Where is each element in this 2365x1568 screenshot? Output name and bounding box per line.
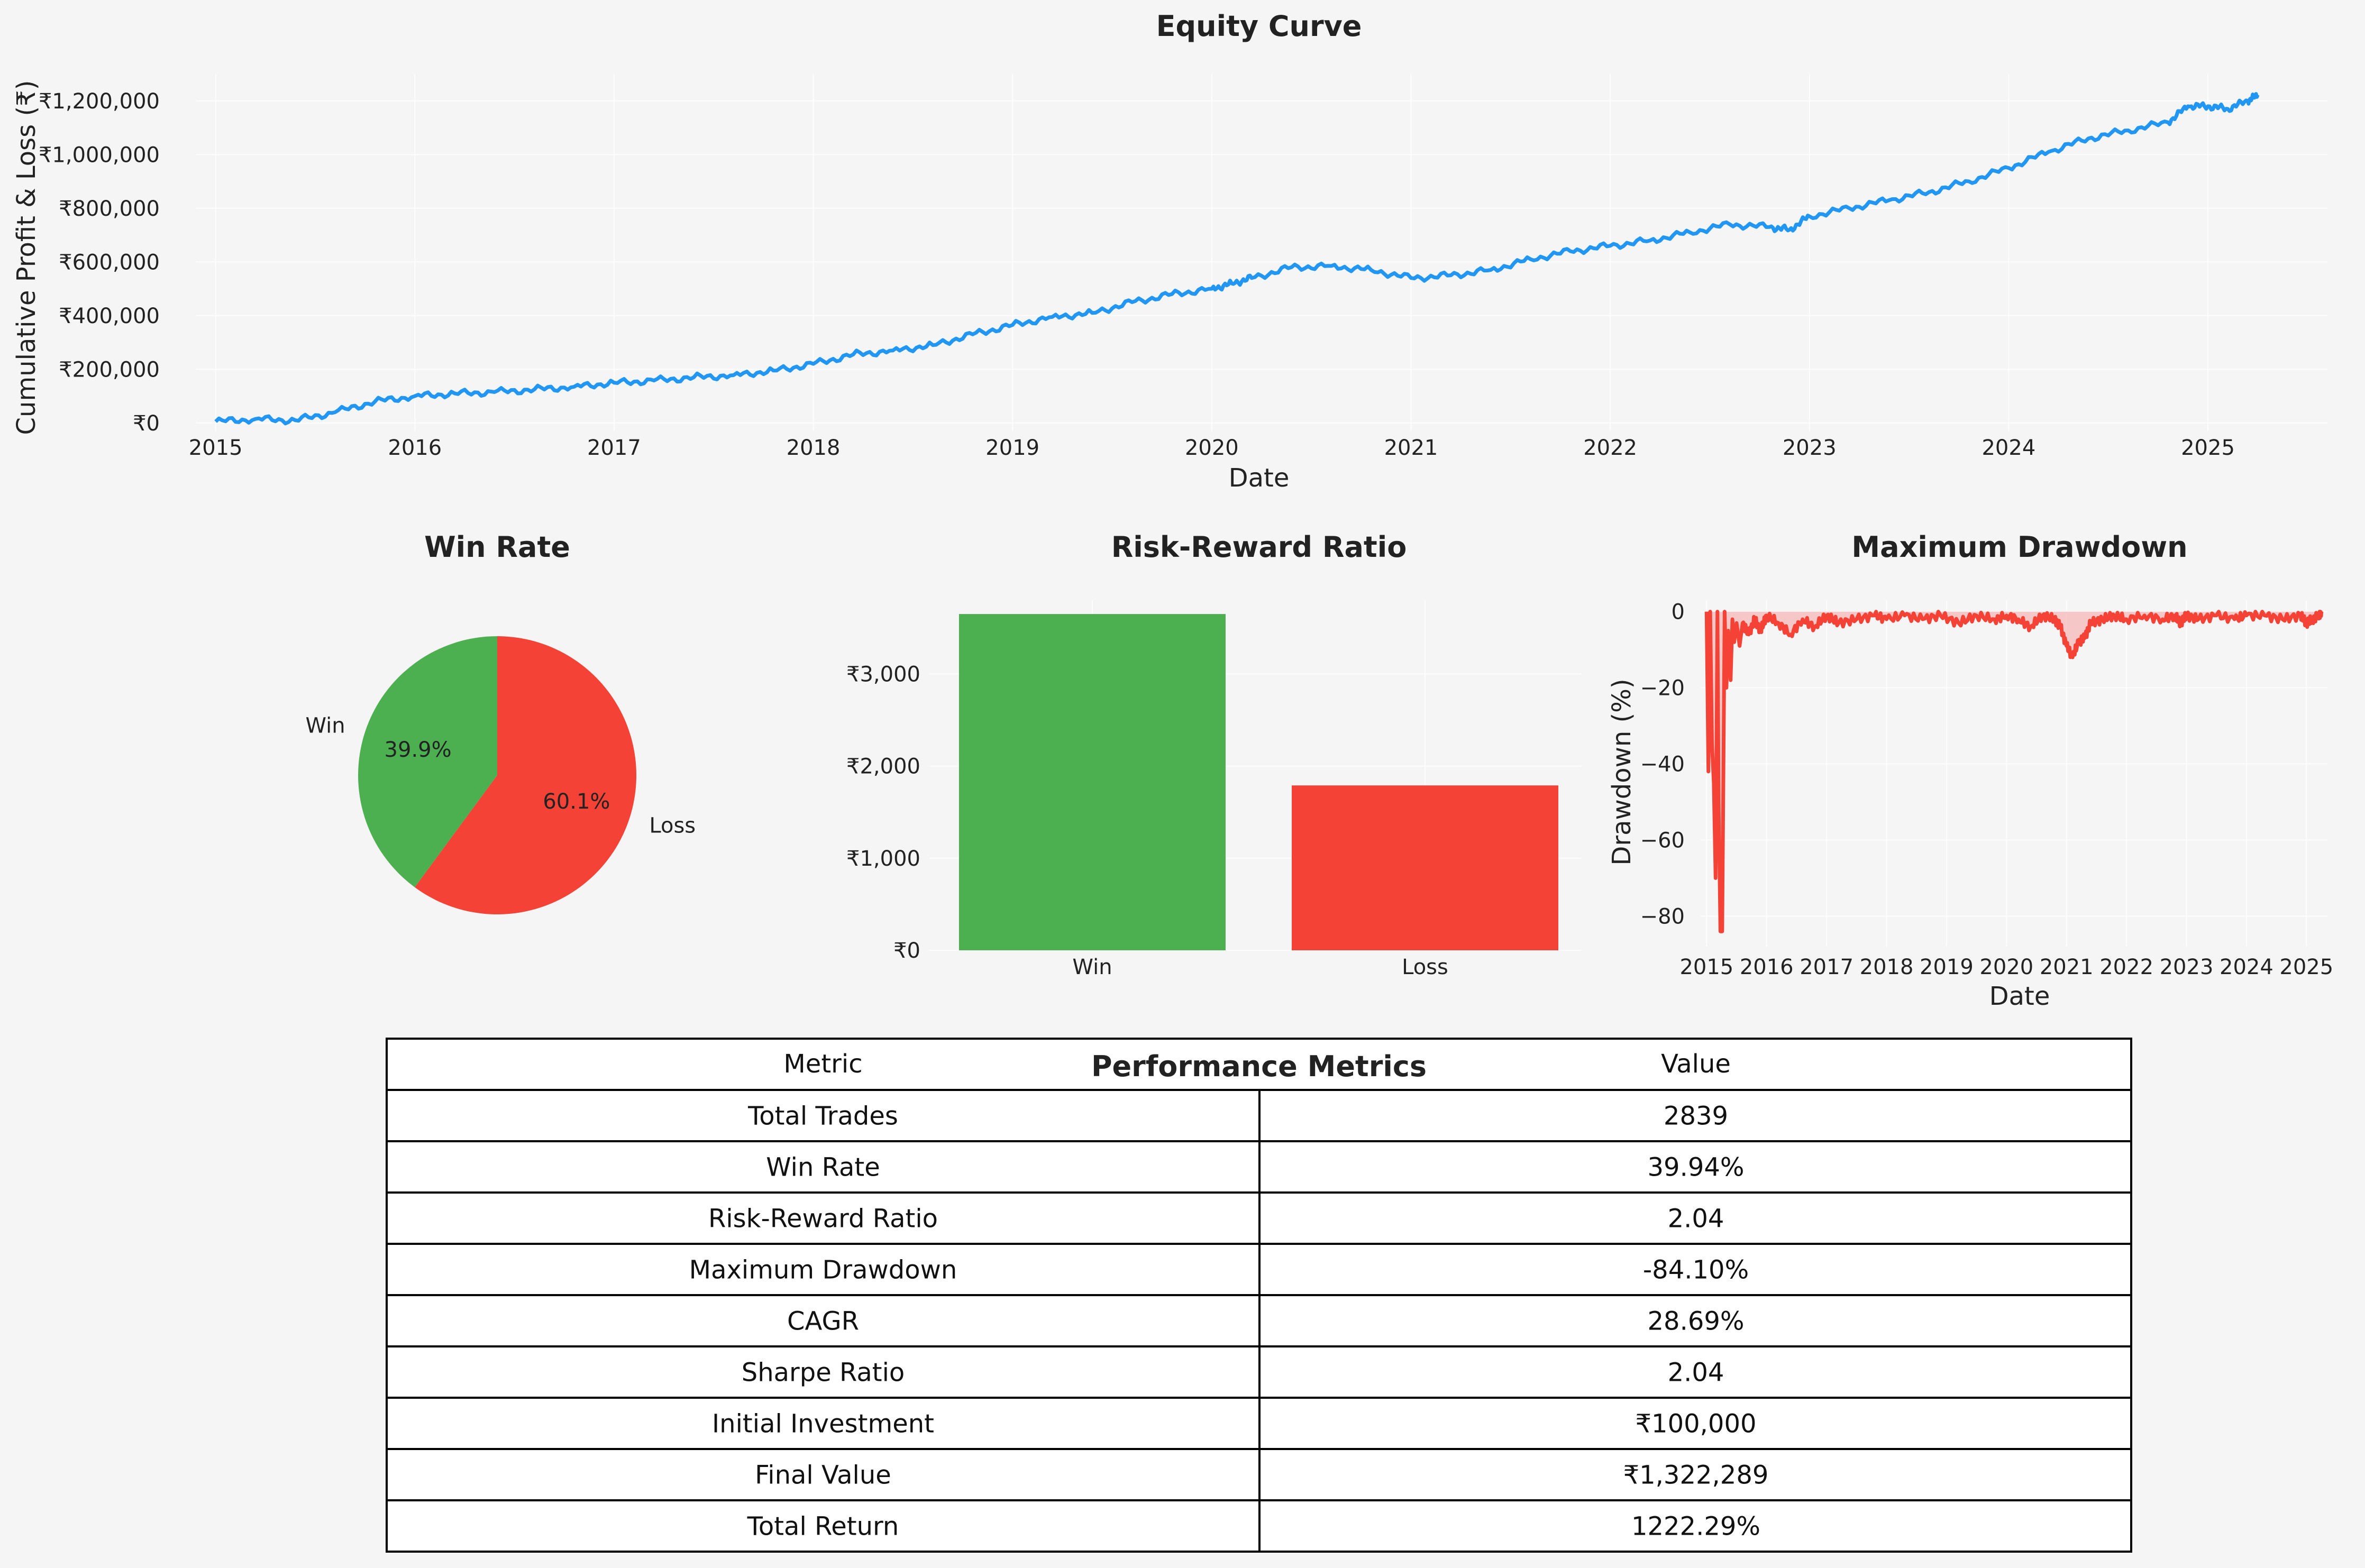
- table-cell-value: 39.94%: [1647, 1153, 1744, 1182]
- table-cell-value: 2839: [1664, 1102, 1728, 1131]
- bar-x-label-loss: Loss: [1402, 955, 1448, 979]
- table-cell-metric: Total Trades: [747, 1102, 898, 1131]
- bar-y-tick-label: ₹1,000: [846, 847, 920, 871]
- table-cell-value: 1222.29%: [1631, 1512, 1760, 1542]
- drawdown-x-tick-label: 2020: [1979, 955, 2033, 979]
- drawdown-y-axis-label: Drawdown (%): [1607, 678, 1637, 865]
- pie-chart-title: Win Rate: [424, 530, 570, 564]
- drawdown-x-axis-label: Date: [1989, 982, 2050, 1011]
- drawdown-x-tick-label: 2018: [1860, 955, 1914, 979]
- equity-y-tick-label: ₹0: [133, 411, 160, 436]
- table-cell-value: 2.04: [1668, 1204, 1724, 1234]
- bar-x-label-win: Win: [1072, 955, 1112, 979]
- drawdown-x-tick-label: 2015: [1679, 955, 1733, 979]
- drawdown-x-tick-label: 2021: [2040, 955, 2094, 979]
- table-cell-metric: CAGR: [787, 1307, 859, 1336]
- drawdown-x-tick-label: 2024: [2220, 955, 2273, 979]
- table-cell-metric: Final Value: [755, 1461, 891, 1490]
- equity-y-tick-label: ₹400,000: [59, 304, 160, 328]
- drawdown-x-ticks: 2015 2016 2017 2018 2019 2020 2021 2022 2023 2024…: [1679, 955, 2333, 979]
- bar-chart-title: Risk-Reward Ratio: [1111, 530, 1407, 564]
- equity-x-tick-label: 2016: [388, 436, 442, 460]
- table-cell-metric: Total Return: [747, 1512, 899, 1542]
- performance-metrics-table: Total Trades 2839 Win Rate 39.94% Risk-Rewar…: [386, 1038, 2132, 1553]
- table-cell-value: 2.04: [1668, 1358, 1724, 1388]
- equity-x-axis-label: Date: [1229, 463, 1290, 493]
- equity-x-tick-label: 2023: [1783, 436, 1837, 460]
- equity-x-tick-label: 2022: [1583, 436, 1637, 460]
- equity-chart-title: Equity Curve: [1156, 10, 1362, 43]
- equity-x-tick-label: 2021: [1384, 436, 1438, 460]
- equity-y-axis-label: Cumulative Profit & Loss (₹): [12, 80, 41, 435]
- equity-y-tick-label: ₹800,000: [59, 197, 160, 221]
- table-cell-metric: Sharpe Ratio: [742, 1358, 905, 1388]
- table-cell-value: ₹100,000: [1635, 1409, 1756, 1439]
- bar-loss: [1292, 785, 1558, 950]
- drawdown-x-tick-label: 2025: [2279, 955, 2333, 979]
- table-header-value: Value: [1661, 1049, 1731, 1079]
- table-cell-value: 28.69%: [1647, 1307, 1744, 1336]
- drawdown-y-tick-label: −20: [1640, 676, 1685, 701]
- equity-x-tick-label: 2025: [2181, 436, 2235, 460]
- table-header-metric: Metric: [783, 1049, 862, 1079]
- equity-x-tick-label: 2015: [189, 436, 243, 460]
- equity-x-tick-label: 2018: [787, 436, 841, 460]
- drawdown-chart-title: Maximum Drawdown: [1851, 530, 2187, 564]
- equity-x-tick-label: 2024: [1982, 436, 2035, 460]
- drawdown-x-tick-label: 2022: [2099, 955, 2153, 979]
- pie-label-win: Win: [305, 714, 345, 738]
- drawdown-x-tick-label: 2023: [2160, 955, 2214, 979]
- table-cell-metric: Initial Investment: [712, 1409, 934, 1439]
- table-cell-metric: Win Rate: [766, 1153, 880, 1182]
- pie-pct-loss: 60.1%: [543, 790, 610, 814]
- table-cell-metric: Risk-Reward Ratio: [708, 1204, 938, 1234]
- drawdown-y-tick-label: −40: [1640, 753, 1685, 777]
- bar-win: [959, 614, 1226, 950]
- table-cell-value: -84.10%: [1643, 1255, 1749, 1285]
- figure: Equity Curve ₹0 ₹200,000 ₹400,000 ₹600,000 ₹…: [0, 0, 2365, 1568]
- drawdown-x-tick-label: 2017: [1800, 955, 1853, 979]
- pie-label-loss: Loss: [649, 813, 696, 838]
- equity-y-tick-label: ₹200,000: [59, 357, 160, 382]
- drawdown-y-tick-label: 0: [1672, 600, 1685, 625]
- drawdown-x-tick-label: 2016: [1740, 955, 1794, 979]
- equity-x-tick-label: 2020: [1185, 436, 1239, 460]
- drawdown-y-tick-label: −60: [1640, 828, 1685, 852]
- equity-x-tick-label: 2017: [587, 436, 641, 460]
- equity-y-tick-label: ₹1,000,000: [39, 143, 160, 167]
- table-title: Performance Metrics: [1091, 1050, 1427, 1083]
- bar-y-tick-label: ₹2,000: [846, 755, 920, 779]
- drawdown-y-tick-label: −80: [1640, 904, 1685, 929]
- table-cell-value: ₹1,322,289: [1623, 1461, 1769, 1490]
- bar-y-tick-label: ₹3,000: [846, 662, 920, 686]
- pie-pct-win: 39.9%: [385, 738, 452, 762]
- bar-y-tick-label: ₹0: [893, 939, 920, 963]
- equity-y-tick-label: ₹1,200,000: [39, 89, 160, 114]
- table-cell-metric: Maximum Drawdown: [689, 1255, 957, 1285]
- equity-y-tick-label: ₹600,000: [59, 250, 160, 274]
- equity-x-tick-label: 2019: [985, 436, 1039, 460]
- drawdown-x-tick-label: 2019: [1920, 955, 1974, 979]
